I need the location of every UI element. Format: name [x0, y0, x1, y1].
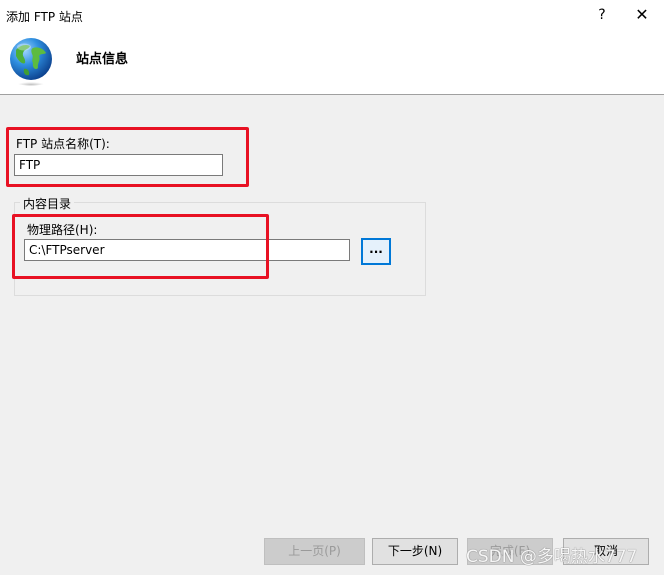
close-button[interactable]: ✕	[628, 4, 656, 26]
page-title: 站点信息	[76, 52, 129, 67]
content-directory-legend: 内容目录	[20, 195, 75, 212]
title-bar: 添加 FTP 站点 ? ✕	[0, 0, 664, 30]
next-button[interactable]: 下一步(N)	[372, 538, 458, 565]
help-button[interactable]: ?	[588, 4, 616, 26]
wizard-header: 站点信息	[0, 30, 664, 95]
browse-button[interactable]: ...	[361, 238, 391, 265]
globe-icon	[10, 38, 52, 86]
window-title: 添加 FTP 站点	[6, 10, 83, 24]
previous-button[interactable]: 上一页(P)	[264, 538, 365, 565]
csdn-watermark: CSDN @多喝热水777	[466, 547, 638, 567]
add-ftp-site-dialog: 添加 FTP 站点 ? ✕ 站点信息 FTP 站点名称(T): FTP 内容目录…	[0, 0, 664, 575]
annotation-box-site-name	[6, 127, 249, 187]
annotation-box-physical-path	[12, 214, 269, 279]
